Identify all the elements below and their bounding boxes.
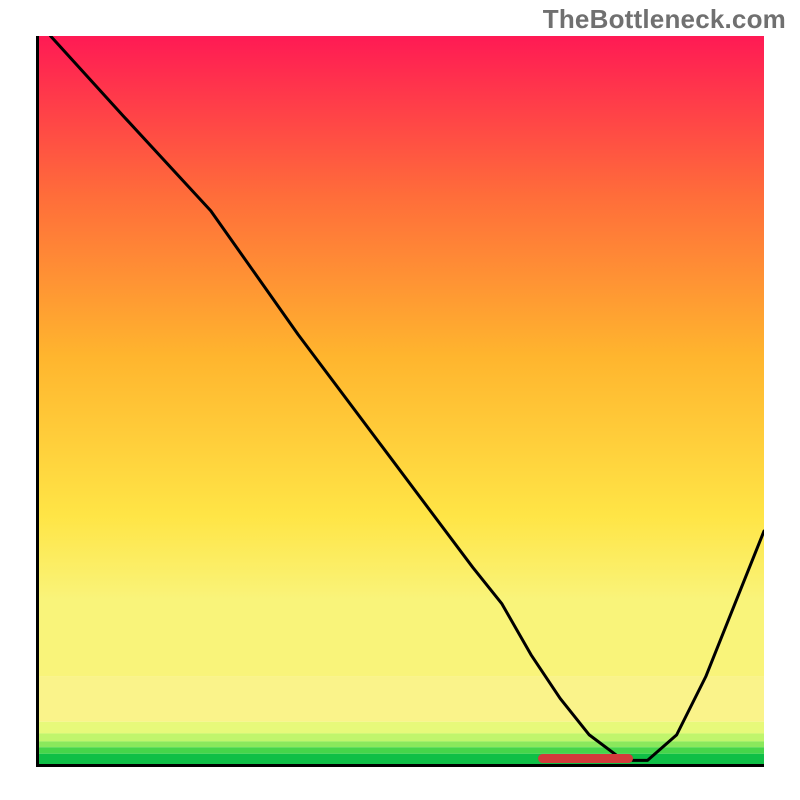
plot-area <box>36 36 764 764</box>
x-axis <box>36 764 764 767</box>
gradient-background <box>36 36 764 677</box>
watermark-text: TheBottleneck.com <box>543 4 786 35</box>
chart-svg <box>36 36 764 764</box>
color-bands <box>36 677 764 764</box>
band-pale-yellow <box>36 722 764 734</box>
band-green-light <box>36 741 764 747</box>
optimal-range-marker <box>538 754 633 763</box>
band-cream <box>36 677 764 722</box>
chart-container: TheBottleneck.com <box>0 0 800 800</box>
y-axis <box>36 36 39 764</box>
band-lime <box>36 733 764 741</box>
